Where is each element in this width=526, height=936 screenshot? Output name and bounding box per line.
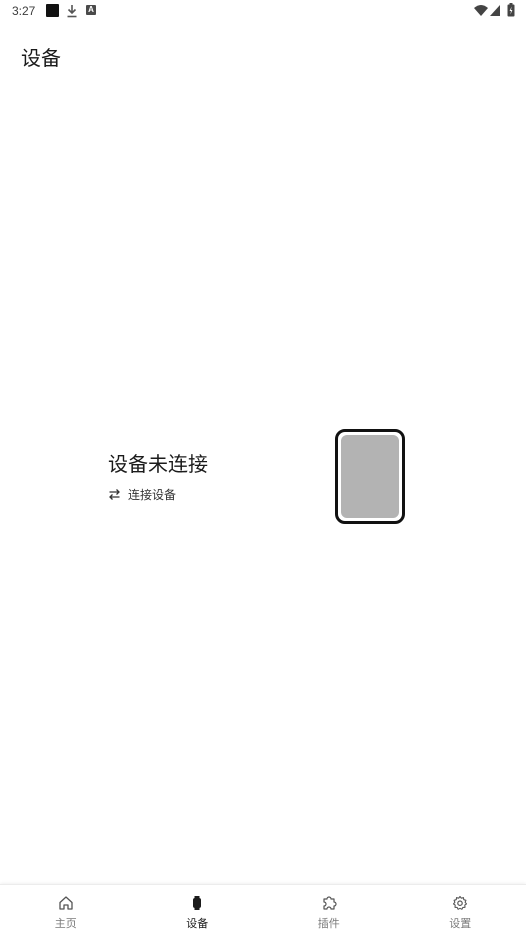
signal-icon (490, 5, 500, 16)
device-status-title: 设备未连接 (108, 448, 208, 477)
page-title: 设备 (21, 42, 61, 71)
nav-label-plugins: 插件 (263, 915, 395, 931)
nav-item-settings[interactable]: 设置 (395, 885, 526, 936)
connect-device-button[interactable]: 连接设备 (108, 486, 176, 503)
home-icon (58, 895, 74, 911)
status-time: 3:27 (12, 4, 35, 18)
nav-item-plugins[interactable]: 插件 (263, 885, 395, 936)
nav-item-device[interactable]: 设备 (132, 885, 264, 936)
battery-icon (507, 3, 515, 17)
connect-device-label: 连接设备 (128, 486, 176, 503)
download-icon (66, 4, 78, 18)
swap-arrows-icon (108, 488, 121, 501)
nav-label-settings: 设置 (395, 915, 526, 931)
notification-app-icon (46, 4, 59, 17)
puzzle-icon (321, 895, 337, 911)
nav-item-home[interactable]: 主页 (0, 885, 132, 936)
nav-label-home: 主页 (0, 915, 132, 931)
watch-screen (341, 435, 399, 518)
watch-illustration (335, 429, 405, 524)
status-bar: 3:27 A (0, 0, 526, 22)
watch-icon (189, 895, 205, 911)
bottom-nav: 主页 设备 插件 设置 (0, 884, 526, 936)
gear-icon (452, 895, 468, 911)
notification-a-icon: A (86, 5, 96, 15)
wifi-icon (474, 5, 488, 16)
nav-label-device: 设备 (132, 915, 264, 931)
device-status: 设备未连接 (108, 448, 208, 477)
